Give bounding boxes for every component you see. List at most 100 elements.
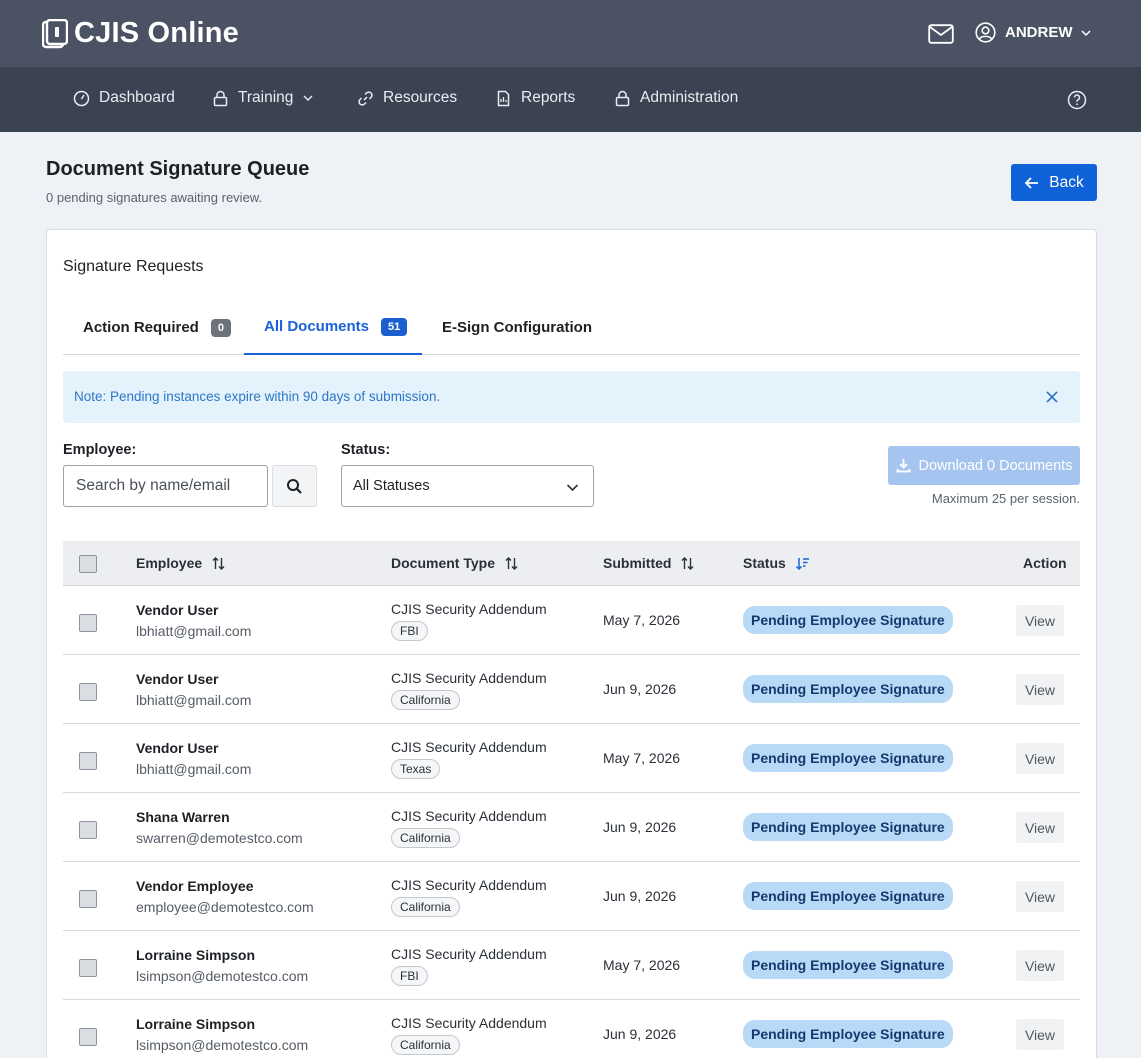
note-text: Note: Pending instances expire within 90… [74, 389, 441, 404]
row-checkbox[interactable] [79, 1028, 97, 1046]
view-button[interactable]: View [1016, 812, 1064, 843]
document-type: CJIS Security Addendum [391, 808, 547, 824]
table-row: Lorraine Simpson lsimpson@demotestco.com… [63, 1000, 1080, 1058]
tab-all-documents[interactable]: All Documents 51 [244, 300, 422, 355]
status-badge: Pending Employee Signature [743, 951, 953, 979]
view-button[interactable]: View [1016, 881, 1064, 912]
submitted-date: May 7, 2026 [603, 612, 681, 628]
employee-name: Vendor User [136, 740, 219, 756]
employee-name: Vendor User [136, 602, 219, 618]
nav-reports[interactable]: Reports [495, 89, 575, 107]
status-label: Status: [341, 442, 391, 458]
jurisdiction-tag: Texas [391, 759, 441, 779]
submitted-date: May 7, 2026 [603, 957, 681, 973]
jurisdiction-tag: California [391, 1035, 460, 1055]
header-document-type[interactable]: Document Type [391, 555, 519, 571]
mail-icon[interactable] [928, 24, 954, 44]
document-type: CJIS Security Addendum [391, 946, 547, 962]
status-badge: Pending Employee Signature [743, 882, 953, 910]
status-badge: Pending Employee Signature [743, 813, 953, 841]
sort-icon [212, 556, 225, 570]
nav-training[interactable]: Training [212, 89, 314, 107]
employee-label: Employee: [63, 442, 137, 458]
chevron-down-icon [1080, 29, 1091, 36]
submitted-date: Jun 9, 2026 [603, 888, 677, 904]
view-button[interactable]: View [1016, 605, 1064, 636]
view-button[interactable]: View [1016, 674, 1064, 705]
employee-email: lbhiatt@gmail.com [136, 761, 252, 777]
nav-administration[interactable]: Administration [614, 89, 738, 107]
employee-name: Lorraine Simpson [136, 1016, 256, 1032]
help-icon[interactable] [1067, 90, 1087, 110]
employee-name: Vendor User [136, 671, 219, 687]
arrow-left-icon [1024, 176, 1039, 189]
tab-count-badge: 51 [381, 317, 408, 336]
back-button[interactable]: Back [1011, 164, 1097, 201]
employee-email: employee@demotestco.com [136, 899, 314, 915]
submitted-date: Jun 9, 2026 [603, 1026, 677, 1042]
status-badge: Pending Employee Signature [743, 675, 953, 703]
user-menu[interactable]: ANDREW [975, 22, 1092, 43]
page-subtitle: 0 pending signatures awaiting review. [46, 190, 263, 205]
main-nav: Dashboard Training Resources Reports Adm [0, 67, 1141, 132]
employee-email: lbhiatt@gmail.com [136, 692, 252, 708]
view-button[interactable]: View [1016, 743, 1064, 774]
row-checkbox[interactable] [79, 752, 97, 770]
row-checkbox[interactable] [79, 890, 97, 908]
logo-icon [42, 18, 68, 48]
header-employee[interactable]: Employee [136, 555, 226, 571]
header-submitted[interactable]: Submitted [603, 555, 695, 571]
lock-icon [615, 90, 630, 106]
search-input[interactable] [63, 465, 268, 507]
table-row: Vendor User lbhiatt@gmail.com CJIS Secur… [63, 724, 1080, 793]
document-type: CJIS Security Addendum [391, 670, 547, 686]
top-bar: CJIS Online ANDREW [0, 0, 1141, 67]
status-badge: Pending Employee Signature [743, 1020, 953, 1048]
employee-email: lsimpson@demotestco.com [136, 1037, 309, 1053]
jurisdiction-tag: California [391, 828, 460, 848]
status-select[interactable]: All Statuses [341, 465, 594, 507]
brand[interactable]: CJIS Online [42, 17, 239, 50]
select-all-checkbox[interactable] [79, 555, 97, 573]
employee-name: Vendor Employee [136, 878, 254, 894]
row-checkbox[interactable] [79, 821, 97, 839]
table-row: Vendor User lbhiatt@gmail.com CJIS Secur… [63, 586, 1080, 655]
view-button[interactable]: View [1016, 1019, 1064, 1050]
download-documents-button[interactable]: Download 0 Documents [888, 446, 1080, 485]
page-title: Document Signature Queue [46, 158, 310, 180]
status-badge: Pending Employee Signature [743, 744, 953, 772]
report-icon [497, 90, 510, 106]
employee-name: Lorraine Simpson [136, 947, 256, 963]
nav-resources[interactable]: Resources [357, 89, 457, 107]
submitted-date: Jun 9, 2026 [603, 819, 677, 835]
row-checkbox[interactable] [79, 683, 97, 701]
row-checkbox[interactable] [79, 959, 97, 977]
tab-bar: Action Required 0 All Documents 51 E-Sig… [63, 300, 1080, 355]
sort-icon [505, 556, 518, 570]
tab-action-required[interactable]: Action Required 0 [83, 300, 231, 355]
dashboard-icon [73, 90, 90, 106]
sort-icon [681, 556, 694, 570]
user-name: ANDREW [1005, 24, 1073, 41]
header-action: Action [1023, 555, 1067, 571]
jurisdiction-tag: FBI [391, 966, 428, 986]
jurisdiction-tag: California [391, 897, 460, 917]
tab-count-badge: 0 [210, 318, 231, 337]
employee-email: lbhiatt@gmail.com [136, 623, 252, 639]
employee-email: swarren@demotestco.com [136, 830, 303, 846]
table-row: Shana Warren swarren@demotestco.com CJIS… [63, 793, 1080, 862]
document-type: CJIS Security Addendum [391, 739, 547, 755]
lock-icon [213, 90, 228, 106]
search-button[interactable] [272, 465, 317, 507]
info-note: Note: Pending instances expire within 90… [63, 371, 1080, 423]
chevron-down-icon [303, 95, 313, 101]
nav-dashboard[interactable]: Dashboard [73, 89, 175, 107]
close-icon[interactable] [1045, 390, 1059, 404]
header-status[interactable]: Status [743, 555, 810, 571]
view-button[interactable]: View [1016, 950, 1064, 981]
row-checkbox[interactable] [79, 614, 97, 632]
card-title: Signature Requests [63, 258, 204, 275]
tab-esign-configuration[interactable]: E-Sign Configuration [442, 300, 592, 355]
download-limit-note: Maximum 25 per session. [931, 491, 1080, 506]
document-type: CJIS Security Addendum [391, 1015, 547, 1031]
